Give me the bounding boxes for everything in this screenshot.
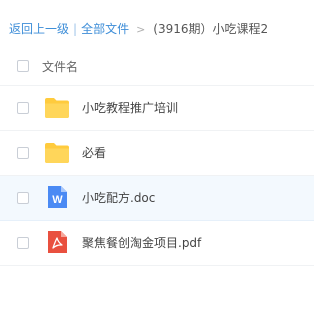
word-doc-icon: W	[48, 186, 67, 208]
row-checkbox[interactable]	[17, 147, 29, 159]
breadcrumb-arrow: >	[136, 23, 146, 36]
column-filename: 文件名	[42, 60, 79, 74]
file-row[interactable]: 聚焦餐创淘金项目.pdf	[0, 221, 314, 266]
back-link[interactable]: 返回上一级	[9, 22, 69, 36]
all-files-link[interactable]: 全部文件	[81, 22, 129, 36]
folder-icon	[45, 143, 69, 163]
row-checkbox[interactable]	[17, 102, 29, 114]
file-row[interactable]: 必看	[0, 131, 314, 176]
file-name[interactable]: 小吃配方.doc	[82, 190, 155, 206]
svg-text:W: W	[52, 194, 63, 206]
breadcrumb-separator: |	[73, 22, 78, 36]
current-folder: (3916期）小吃课程2	[153, 22, 269, 36]
file-list: 文件名 小吃教程推广培训 必看 W 小吃配方.doc 聚焦餐创淘金项目.pdf	[0, 48, 314, 266]
select-all-checkbox[interactable]	[17, 60, 29, 72]
pdf-icon	[48, 231, 67, 253]
file-name[interactable]: 必看	[82, 145, 106, 161]
file-row[interactable]: W 小吃配方.doc	[0, 176, 314, 221]
file-row[interactable]: 小吃教程推广培训	[0, 86, 314, 131]
file-name[interactable]: 小吃教程推广培训	[82, 100, 178, 116]
row-checkbox[interactable]	[17, 192, 29, 204]
row-checkbox[interactable]	[17, 237, 29, 249]
breadcrumb: 返回上一级 | 全部文件 > (3916期）小吃课程2	[9, 21, 268, 37]
file-list-header: 文件名	[0, 48, 314, 86]
file-name[interactable]: 聚焦餐创淘金项目.pdf	[82, 235, 201, 251]
folder-icon	[45, 98, 69, 118]
